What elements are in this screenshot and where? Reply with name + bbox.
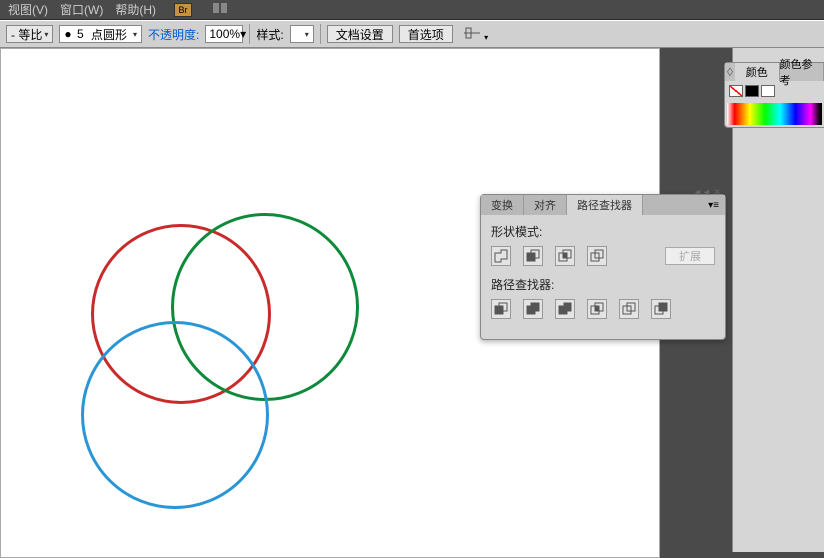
crop-button[interactable] (587, 299, 607, 319)
style-dropdown[interactable]: ▾ (290, 25, 314, 43)
outline-button[interactable] (619, 299, 639, 319)
opacity-label: 不透明度: (148, 26, 199, 43)
color-grabber[interactable]: ◊ (725, 63, 735, 81)
color-panel[interactable]: ◊ 颜色 颜色参考 (724, 62, 824, 128)
tab-color[interactable]: 颜色 (735, 63, 780, 81)
menu-window[interactable]: 窗口(W) (60, 1, 103, 18)
fill-swatch[interactable] (745, 85, 759, 97)
divide-button[interactable] (491, 299, 511, 319)
tab-pathfinder[interactable]: 路径查找器 (567, 195, 643, 215)
menu-view[interactable]: 视图(V) (8, 1, 48, 18)
style-label: 样式: (256, 26, 283, 43)
minus-back-button[interactable] (651, 299, 671, 319)
align-icon[interactable]: ▾ (463, 26, 488, 43)
opacity-input[interactable]: 100%▾ (205, 25, 243, 43)
arrange-icon[interactable] (212, 2, 228, 17)
pathfinder-panel[interactable]: ◄◄ ✕ 变换 对齐 路径查找器 ▾≡ 形状模式: 扩展 路径查找器: (480, 194, 726, 340)
color-spectrum[interactable] (727, 103, 822, 125)
fill-none-icon[interactable] (729, 85, 743, 97)
intersect-button[interactable] (555, 246, 575, 266)
shape-modes-label: 形状模式: (491, 223, 715, 240)
trim-button[interactable] (523, 299, 543, 319)
pathfinders-label: 路径查找器: (491, 276, 715, 293)
tab-transform[interactable]: 变换 (481, 195, 524, 215)
tab-color-guide[interactable]: 颜色参考 (780, 63, 824, 81)
unite-button[interactable] (491, 246, 511, 266)
tab-align[interactable]: 对齐 (524, 195, 567, 215)
minus-front-button[interactable] (523, 246, 543, 266)
options-bar: - 等比▾ ● 5 点圆形 ▾ 不透明度: 100%▾ 样式: ▾ 文档设置 首… (0, 20, 824, 48)
circle-blue[interactable] (81, 321, 269, 509)
prefs-button[interactable]: 首选项 (399, 25, 453, 43)
ratio-dropdown[interactable]: - 等比▾ (6, 25, 53, 43)
doc-setup-button[interactable]: 文档设置 (327, 25, 393, 43)
exclude-button[interactable] (587, 246, 607, 266)
bridge-icon[interactable]: Br (174, 3, 192, 17)
stroke-weight-dropdown[interactable]: ● 5 点圆形 ▾ (59, 25, 142, 43)
stroke-swatch[interactable] (761, 85, 775, 97)
menu-bar: 视图(V) 窗口(W) 帮助(H) Br (0, 0, 824, 20)
menu-help[interactable]: 帮助(H) (115, 1, 156, 18)
panel-menu-icon[interactable]: ▾≡ (702, 195, 725, 215)
merge-button[interactable] (555, 299, 575, 319)
expand-button[interactable]: 扩展 (665, 247, 715, 265)
